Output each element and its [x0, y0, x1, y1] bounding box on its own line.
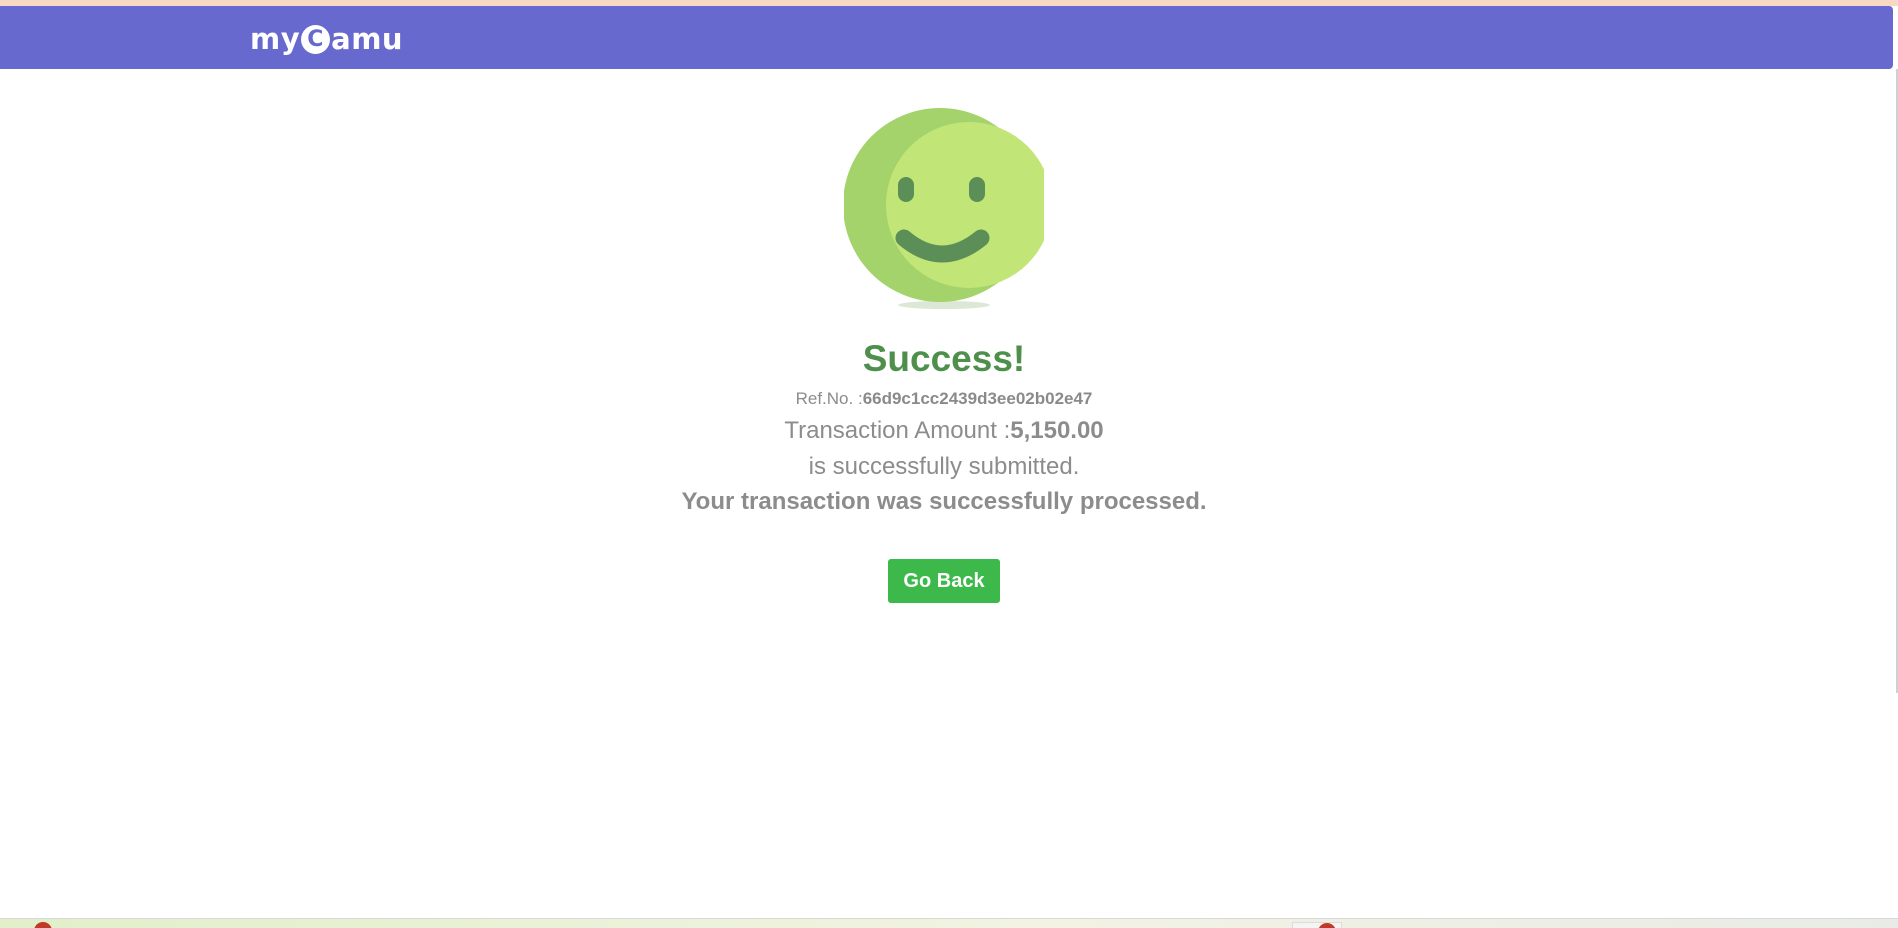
ref-value: 66d9c1cc2439d3ee02b02e47 — [862, 389, 1093, 408]
submitted-message: is successfully submitted. — [808, 453, 1080, 480]
logo-suffix: amu — [331, 22, 404, 56]
go-back-button[interactable]: Go Back — [888, 559, 1000, 603]
amount-value: 5,150.00 — [1010, 417, 1104, 444]
reference-number: Ref.No. :66d9c1cc2439d3ee02b02e47 — [0, 388, 1888, 410]
payment-status-page: my Camu Success! Ref.No. :66d9c1cc2439d3e… — [0, 0, 1898, 928]
logo-c-mark: C — [301, 24, 331, 54]
browser-bottom-strip — [0, 918, 1898, 928]
mycamu-logo[interactable]: my Camu — [250, 22, 404, 56]
success-title: Success! — [862, 338, 1026, 379]
logo-prefix: my — [250, 22, 301, 56]
smiley-face-icon — [844, 108, 1044, 309]
action-area: Go Back — [0, 559, 1888, 603]
ref-label: Ref.No. : — [795, 389, 863, 408]
transaction-amount: Transaction Amount :5,150.00 — [0, 416, 1888, 446]
processed-message: Your transaction was successfully proces… — [681, 488, 1207, 515]
amount-label: Transaction Amount : — [784, 417, 1011, 444]
header-bar: my Camu — [0, 6, 1893, 69]
